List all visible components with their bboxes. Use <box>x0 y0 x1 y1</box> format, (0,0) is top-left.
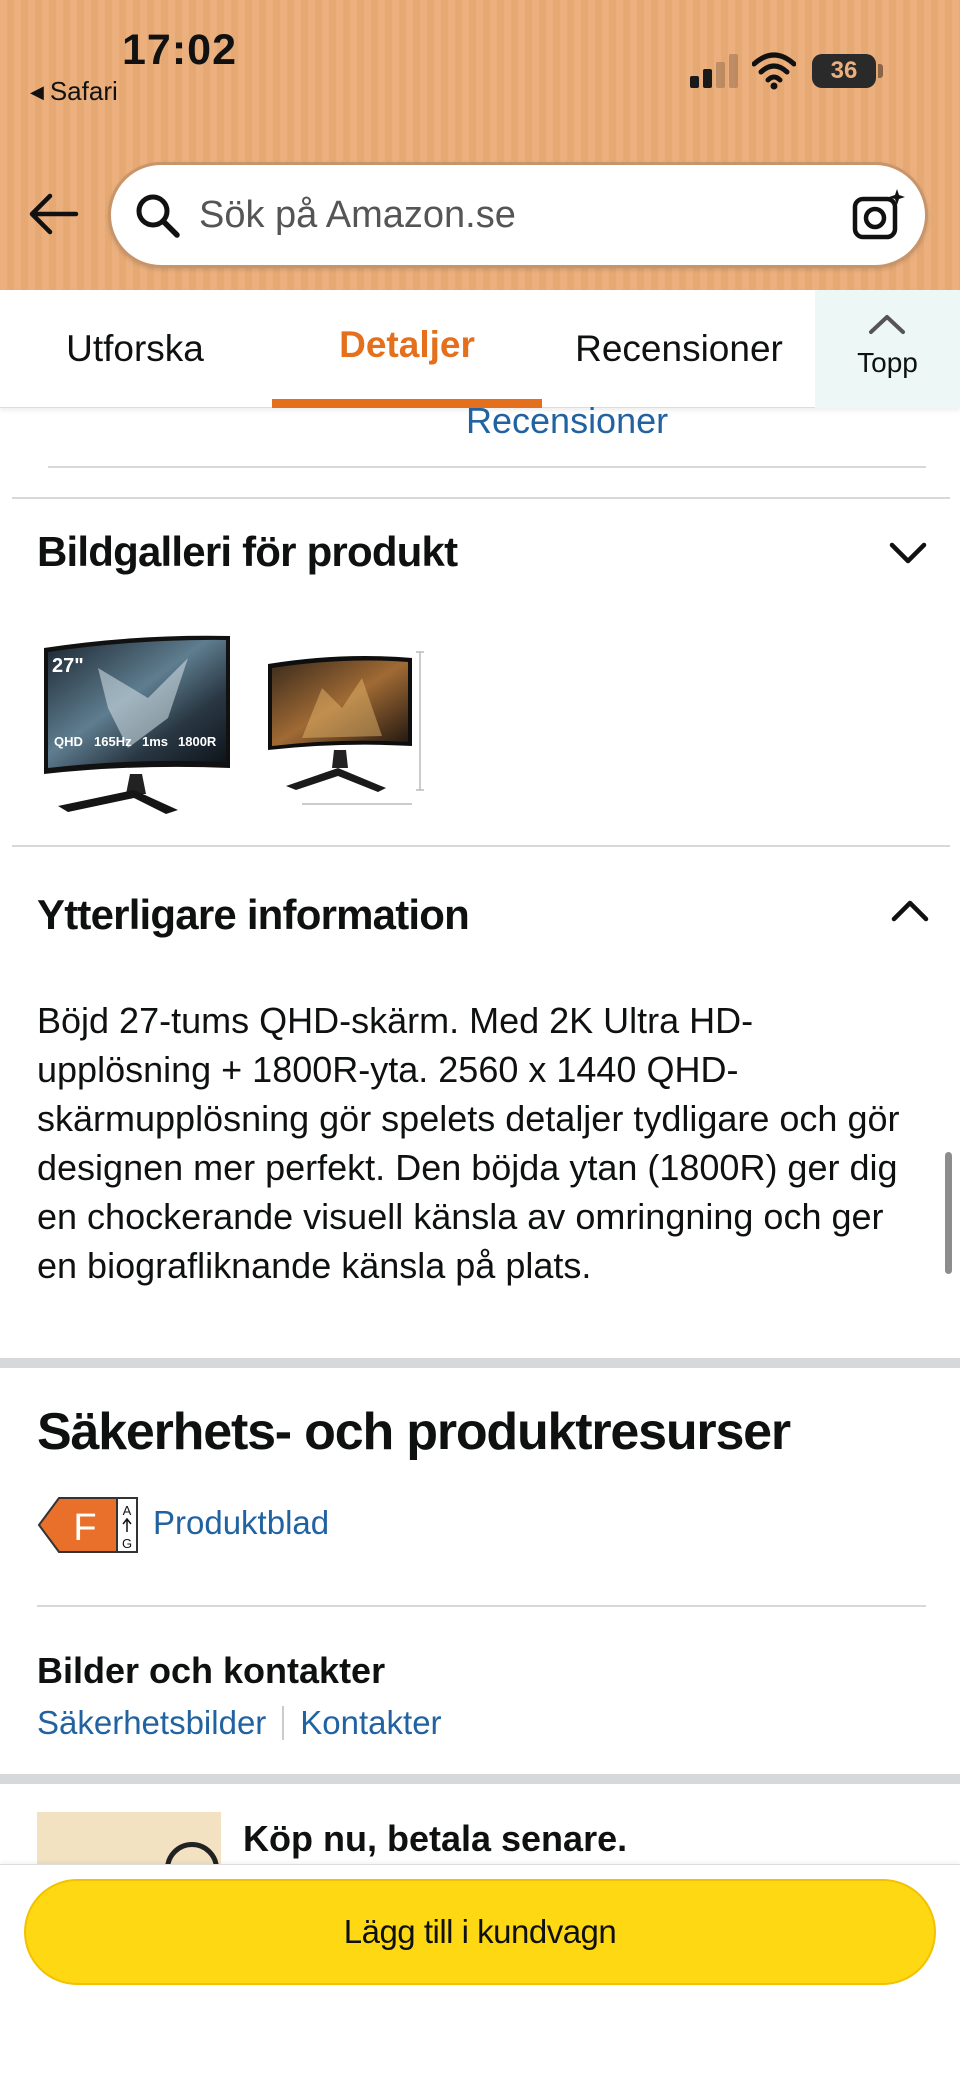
gallery-thumbnail-1[interactable]: 27" QHD 165Hz 1ms 1800R <box>38 628 234 814</box>
chevron-up-icon[interactable] <box>890 898 930 924</box>
cellular-signal-icon <box>690 52 740 88</box>
back-arrow-icon[interactable] <box>28 192 80 236</box>
back-to-app[interactable]: ◀ Safari <box>30 76 118 107</box>
gallery-title[interactable]: Bildgalleri för produkt <box>37 528 458 576</box>
link-separator <box>282 1706 285 1740</box>
search-bar[interactable] <box>108 162 928 268</box>
chevron-up-icon <box>869 315 905 334</box>
badge-1ms: 1ms <box>142 734 168 749</box>
energy-scale-bottom: G <box>122 1536 132 1551</box>
badge-qhd: QHD <box>54 734 83 749</box>
tab-top[interactable]: Topp <box>815 290 960 408</box>
energy-class: F <box>73 1507 96 1549</box>
gallery-thumbnail-2[interactable] <box>262 628 434 814</box>
images-contacts-title: Bilder och kontakter <box>37 1650 386 1691</box>
status-time: 17:02 <box>122 26 237 74</box>
datasheet-link[interactable]: Produktblad <box>153 1504 329 1542</box>
additional-info-text: Böjd 27-tums QHD-skärm. Med 2K Ultra HD-… <box>37 1000 900 1286</box>
wifi-icon <box>752 52 796 90</box>
divider <box>12 497 950 499</box>
tab-details[interactable]: Detaljer <box>272 290 542 408</box>
images-contacts-links: Säkerhetsbilder Kontakter <box>37 1704 442 1742</box>
energy-scale-top: A <box>123 1503 132 1518</box>
chevron-down-icon[interactable] <box>888 540 928 566</box>
search-input[interactable] <box>199 187 789 243</box>
back-triangle-icon: ◀ <box>30 82 44 102</box>
tab-explore[interactable]: Utforska <box>0 290 270 408</box>
section-separator <box>0 1774 960 1784</box>
contacts-link[interactable]: Kontakter <box>300 1704 441 1741</box>
safety-title: Säkerhets- och produktresurser <box>37 1403 791 1461</box>
tab-top-label: Topp <box>857 347 918 378</box>
promo-title[interactable]: Köp nu, betala senare. <box>243 1818 627 1860</box>
badge-1800r: 1800R <box>178 734 217 749</box>
section-separator <box>0 1358 960 1368</box>
safety-images-link[interactable]: Säkerhetsbilder <box>37 1704 266 1741</box>
back-app-label: Safari <box>49 76 118 106</box>
promo-image[interactable] <box>37 1812 221 1864</box>
divider <box>12 845 950 847</box>
camera-search-icon[interactable] <box>851 187 907 243</box>
reviews-link[interactable]: Recensioner <box>466 400 668 442</box>
badge-hz: 165Hz <box>94 734 132 749</box>
section-tabs: Utforska Detaljer Recensioner Topp <box>0 290 960 408</box>
divider <box>48 466 926 468</box>
scrollbar[interactable] <box>945 1152 952 1274</box>
search-icon <box>136 194 180 238</box>
header: 17:02 ◀ Safari 36 <box>0 0 960 290</box>
battery-cap <box>878 64 883 78</box>
badge-27: 27" <box>52 655 84 677</box>
bottom-action-bar: Lägg till i kundvagn <box>0 1864 960 2081</box>
additional-info-title[interactable]: Ytterligare information <box>37 891 470 939</box>
divider <box>37 1605 926 1607</box>
battery-indicator: 36 <box>812 54 876 88</box>
add-to-cart-button[interactable]: Lägg till i kundvagn <box>24 1879 936 1985</box>
energy-label-badge[interactable]: F A G <box>37 1496 139 1554</box>
tab-reviews[interactable]: Recensioner <box>544 290 814 408</box>
